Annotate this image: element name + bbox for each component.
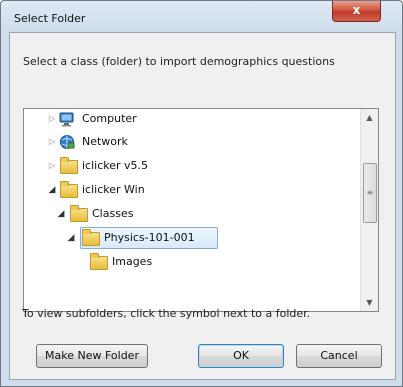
tree-item-label: Physics-101-001 bbox=[104, 231, 195, 244]
collapse-arrow-icon[interactable]: ◢ bbox=[56, 204, 66, 224]
select-folder-dialog: Select Folder x Select a class (folder) … bbox=[0, 0, 403, 387]
make-new-folder-button[interactable]: Make New Folder bbox=[36, 344, 148, 368]
expand-arrow-icon[interactable]: ▷ bbox=[47, 132, 57, 152]
scrollbar-thumb[interactable]: ≡ bbox=[363, 163, 377, 223]
tree-item-physics-101-001[interactable]: ◢ Physics-101-001 bbox=[24, 227, 360, 249]
expand-arrow-icon[interactable]: ▷ bbox=[47, 156, 57, 176]
collapse-arrow-icon[interactable]: ◢ bbox=[66, 228, 76, 248]
folder-tree[interactable]: ▷ Computer ▷ Network ▷ iclicker v5.5 ◢ i… bbox=[23, 108, 379, 312]
computer-icon bbox=[59, 111, 75, 127]
tree-item-label: Computer bbox=[82, 112, 137, 125]
hint-text: To view subfolders, click the symbol nex… bbox=[22, 307, 311, 320]
tree-item-iclicker-v5-5[interactable]: ▷ iclicker v5.5 bbox=[24, 156, 360, 176]
instruction-text: Select a class (folder) to import demogr… bbox=[23, 55, 335, 68]
close-icon: x bbox=[352, 3, 361, 17]
dialog-body: Select a class (folder) to import demogr… bbox=[9, 32, 396, 380]
cancel-button[interactable]: Cancel bbox=[296, 344, 382, 368]
tree-item-classes[interactable]: ◢ Classes bbox=[24, 204, 360, 224]
folder-icon bbox=[90, 253, 108, 270]
ok-button[interactable]: OK bbox=[198, 344, 284, 368]
network-icon bbox=[59, 134, 75, 150]
folder-icon bbox=[60, 181, 78, 198]
folder-icon bbox=[70, 205, 88, 222]
tree-item-network[interactable]: ▷ Network bbox=[24, 132, 360, 152]
folder-icon bbox=[60, 157, 78, 174]
tree-item-computer[interactable]: ▷ Computer bbox=[24, 109, 360, 129]
tree-item-iclicker-win[interactable]: ◢ iclicker Win bbox=[24, 180, 360, 200]
vertical-scrollbar[interactable]: ▲ ≡ ▼ bbox=[360, 109, 378, 311]
tree-item-images[interactable]: Images bbox=[24, 252, 360, 272]
dialog-title: Select Folder bbox=[14, 12, 86, 25]
tree-item-label: Images bbox=[112, 255, 153, 268]
title-bar[interactable]: Select Folder x bbox=[1, 1, 402, 33]
close-button[interactable]: x bbox=[332, 1, 381, 22]
expand-arrow-icon[interactable]: ▷ bbox=[47, 109, 57, 129]
tree-item-label: iclicker Win bbox=[82, 183, 145, 196]
tree-item-label: Network bbox=[82, 135, 128, 148]
folder-icon bbox=[82, 229, 100, 246]
tree-item-label: iclicker v5.5 bbox=[82, 159, 149, 172]
collapse-arrow-icon[interactable]: ◢ bbox=[47, 180, 57, 200]
scroll-down-icon[interactable]: ▼ bbox=[361, 294, 378, 311]
scroll-up-icon[interactable]: ▲ bbox=[361, 109, 378, 126]
tree-item-label: Classes bbox=[92, 207, 134, 220]
